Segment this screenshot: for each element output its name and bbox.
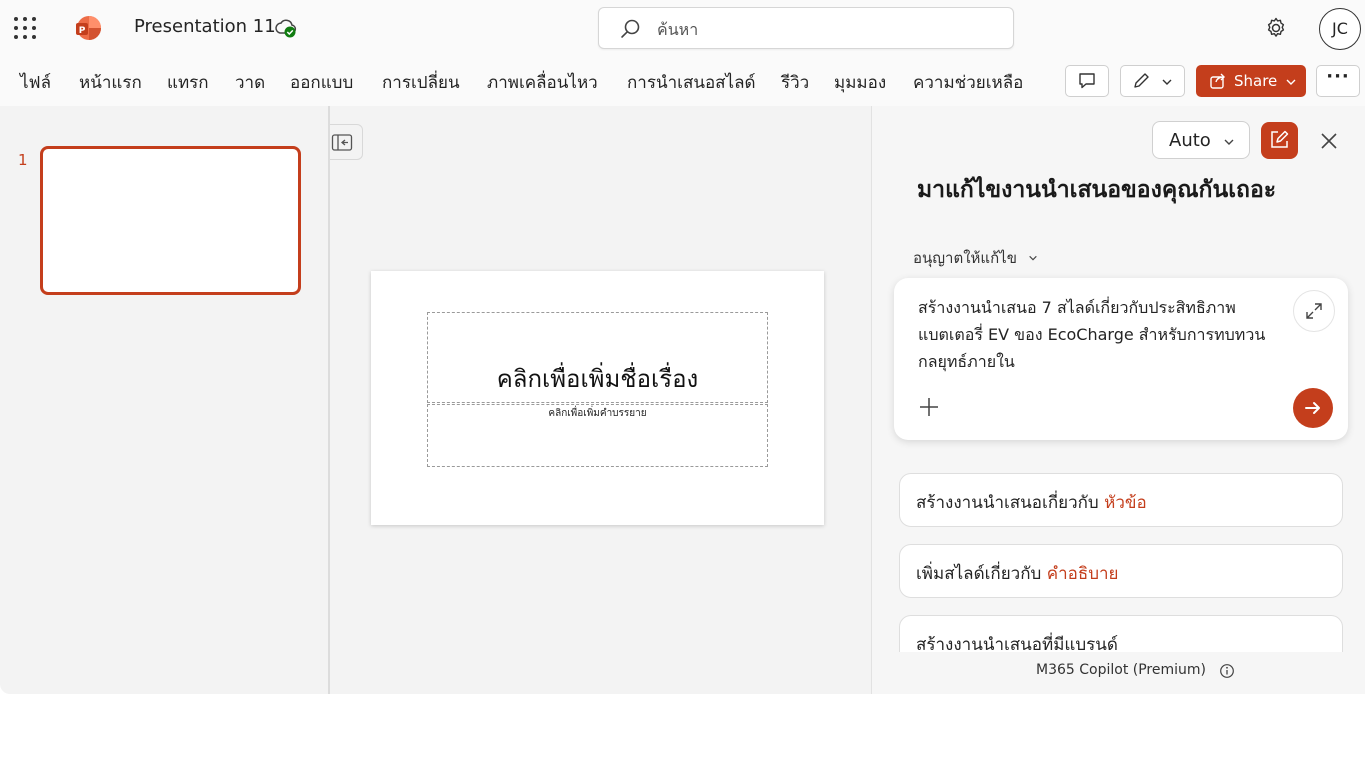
prompt-box[interactable]: สร้างงานนำเสนอ 7 สไลด์เกี่ยวกับประสิทธิภ… xyxy=(894,278,1348,440)
suggestion-card[interactable]: สร้างงานนำเสนอเกี่ยวกับ หัวข้อ xyxy=(899,473,1343,527)
edit-permission-dropdown[interactable]: อนุญาตให้แก้ไข xyxy=(913,246,1038,270)
menu-help[interactable]: ความช่วยเหลือ xyxy=(913,69,1023,96)
menu-transitions[interactable]: การเปลี่ยน xyxy=(382,69,460,96)
avatar[interactable]: JC xyxy=(1319,8,1361,50)
new-chat-button[interactable] xyxy=(1261,122,1298,159)
menu-view[interactable]: มุมมอง xyxy=(834,69,886,96)
slide-thumbnail[interactable] xyxy=(40,146,301,295)
send-button[interactable] xyxy=(1293,388,1333,428)
comments-button[interactable] xyxy=(1065,65,1109,97)
title-placeholder-text: คลิกเพื่อเพิ่มชื่อเรื่อง xyxy=(496,365,699,393)
close-icon[interactable] xyxy=(1318,130,1340,152)
slide-number: 1 xyxy=(18,151,28,169)
editing-mode-button[interactable] xyxy=(1120,65,1185,97)
cloud-saved-icon[interactable] xyxy=(274,17,298,39)
expand-button[interactable] xyxy=(1293,290,1335,332)
suggestion-text: เพิ่มสไลด์เกี่ยวกับ xyxy=(916,564,1047,584)
slide[interactable]: คลิกเพื่อเพิ่มชื่อเรื่อง คลิกเพื่อเพิ่มค… xyxy=(371,271,824,525)
title-placeholder[interactable]: คลิกเพื่อเพิ่มชื่อเรื่อง xyxy=(427,312,768,403)
menu-review[interactable]: รีวิว xyxy=(781,69,809,96)
expand-icon xyxy=(1306,303,1322,319)
menu-draw[interactable]: วาด xyxy=(235,69,265,96)
suggestion-highlight: คำอธิบาย xyxy=(1046,564,1119,584)
info-icon[interactable] xyxy=(1219,663,1235,679)
share-button[interactable]: Share xyxy=(1196,65,1306,97)
pencil-icon xyxy=(1134,73,1149,88)
slide-canvas: คลิกเพื่อเพิ่มชื่อเรื่อง คลิกเพื่อเพิ่มค… xyxy=(330,106,871,694)
menu-design[interactable]: ออกแบบ xyxy=(290,69,353,96)
more-options-button[interactable]: ··· xyxy=(1316,65,1360,97)
chevron-down-icon xyxy=(1286,79,1296,85)
suggestion-highlight: หัวข้อ xyxy=(1104,493,1147,513)
copilot-plan-label: M365 Copilot (Premium) xyxy=(1036,662,1206,678)
search-box[interactable] xyxy=(598,7,1014,49)
edit-permission-label: อนุญาตให้แก้ไข xyxy=(913,249,1017,267)
share-icon xyxy=(1210,73,1225,89)
menu-insert[interactable]: แทรก xyxy=(167,69,209,96)
suggestion-card[interactable]: เพิ่มสไลด์เกี่ยวกับ คำอธิบาย xyxy=(899,544,1343,598)
suggestion-text: สร้างงานนำเสนอเกี่ยวกับ xyxy=(916,493,1105,513)
compose-icon xyxy=(1271,130,1289,148)
arrow-right-icon xyxy=(1305,402,1320,414)
search-input[interactable] xyxy=(657,16,997,42)
chevron-down-icon xyxy=(1029,255,1037,261)
menu-animations[interactable]: ภาพเคลื่อนไหว xyxy=(487,69,598,96)
panel-collapse-icon xyxy=(331,134,353,151)
chevron-down-icon xyxy=(1224,139,1234,145)
subtitle-placeholder[interactable]: คลิกเพื่อเพิ่มคำบรรยาย xyxy=(427,404,768,467)
slide-thumbnail-pane: 1 xyxy=(0,106,328,694)
menu-slideshow[interactable]: การนำเสนอสไลด์ xyxy=(627,69,756,96)
search-icon xyxy=(621,19,640,38)
comment-icon xyxy=(1079,73,1095,89)
mode-dropdown[interactable]: Auto xyxy=(1152,121,1250,159)
document-title[interactable]: Presentation 11 xyxy=(134,16,276,37)
copilot-heading: มาแก้ไขงานนำเสนอของคุณกันเถอะ xyxy=(917,177,1277,203)
prompt-input[interactable]: สร้างงานนำเสนอ 7 สไลด์เกี่ยวกับประสิทธิภ… xyxy=(918,294,1288,375)
collapse-pane-button[interactable] xyxy=(330,124,363,160)
menu-home[interactable]: หน้าแรก xyxy=(79,69,142,96)
chevron-down-icon xyxy=(1162,79,1172,85)
settings-gear-icon[interactable] xyxy=(1264,16,1288,40)
add-icon[interactable] xyxy=(918,396,940,418)
title-bar: P Presentation 11 JC xyxy=(0,0,1365,56)
mode-label: Auto xyxy=(1169,130,1211,151)
powerpoint-logo-icon: P xyxy=(76,16,101,40)
share-label: Share xyxy=(1234,72,1278,90)
menu-file[interactable]: ไฟล์ xyxy=(20,69,51,96)
app-launcher-icon[interactable] xyxy=(14,17,36,39)
ribbon-menu-bar: ไฟล์ หน้าแรก แทรก วาด ออกแบบ การเปลี่ยน … xyxy=(0,56,1365,106)
subtitle-placeholder-text: คลิกเพื่อเพิ่มคำบรรยาย xyxy=(548,408,647,419)
svg-text:P: P xyxy=(79,26,86,36)
copilot-pane: Auto มาแก้ไขงานนำเสนอของคุณกันเถอะ อนุญา… xyxy=(871,106,1365,694)
